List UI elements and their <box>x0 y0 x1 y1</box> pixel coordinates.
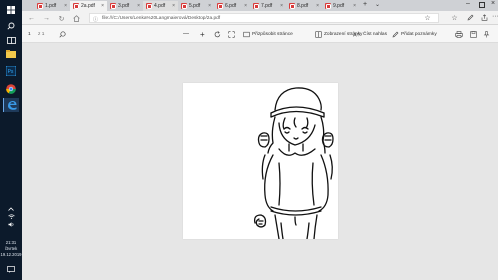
pdf-page <box>183 83 338 240</box>
tab-label: 3.pdf <box>118 3 130 9</box>
new-tab-button[interactable]: + <box>363 1 367 8</box>
tab-label: 7.pdf <box>261 3 273 9</box>
clock-weekday: čtvrtek <box>4 246 18 251</box>
favorites-hub-icon[interactable]: ☆ <box>450 13 459 22</box>
action-center-icon[interactable] <box>0 266 22 273</box>
close-window-button[interactable]: × <box>491 0 495 7</box>
svg-text:A: A <box>353 32 357 38</box>
tab-2a[interactable]: 2a.pdf × <box>70 1 107 11</box>
maximize-button[interactable] <box>479 2 485 8</box>
pdf-file-icon <box>325 3 331 9</box>
windows-start-icon[interactable] <box>3 3 19 17</box>
url-field[interactable]: ⓘ file:///C:/Users/Lenka%20Langmaierová/… <box>89 13 439 23</box>
print-icon[interactable] <box>455 29 465 39</box>
pdf-search-icon[interactable] <box>59 29 68 39</box>
favorite-star-icon[interactable]: ☆ <box>423 13 432 22</box>
windows-taskbar: Ps 21:31 čtvrtek 19.12.2019 <box>0 0 22 280</box>
tab-4[interactable]: 4.pdf × <box>143 1 178 11</box>
save-icon[interactable] <box>470 29 479 39</box>
chrome-icon[interactable] <box>3 82 19 96</box>
pin-toolbar-icon[interactable] <box>483 29 492 39</box>
pen-icon <box>392 31 399 37</box>
rotate-icon[interactable] <box>214 29 223 39</box>
fullscreen-icon[interactable] <box>228 29 237 39</box>
search-icon[interactable] <box>3 19 19 33</box>
svg-text:Ps: Ps <box>8 69 14 75</box>
fit-page-button[interactable]: Přizpůsobit stránce <box>243 29 293 39</box>
photoshop-icon[interactable]: Ps <box>3 64 19 78</box>
edge-icon[interactable] <box>3 98 19 112</box>
fit-page-label: Přizpůsobit stránce <box>252 31 293 37</box>
tab-3[interactable]: 3.pdf × <box>107 1 143 11</box>
clock-date: 19.12.2019 <box>0 252 22 257</box>
task-view-icon[interactable] <box>3 33 19 47</box>
add-notes-label: Přidat poznámky <box>401 31 437 37</box>
tab-label: 4.pdf <box>154 3 166 9</box>
add-notes-button[interactable]: Přidat poznámky <box>392 29 437 39</box>
pdf-file-icon <box>289 3 295 9</box>
file-explorer-icon[interactable] <box>3 47 19 61</box>
close-icon[interactable]: × <box>101 3 104 9</box>
pdf-file-icon <box>37 3 43 9</box>
minimize-button[interactable]: – <box>466 0 470 7</box>
read-aloud-button[interactable]: A Číst nahlas <box>353 29 387 39</box>
pdf-file-icon <box>253 3 259 9</box>
tab-5[interactable]: 5.pdf × <box>178 1 214 11</box>
read-aloud-icon: A <box>353 31 360 38</box>
tab-label: 5.pdf <box>189 3 201 9</box>
tab-strip: 1.pdf × 2a.pdf × 3.pdf × 4.pdf × 5.pdf × 6.pd… <box>22 0 498 11</box>
url-text: file:///C:/Users/Lenka%20Langmaierová/De… <box>102 15 221 21</box>
address-bar-row: ← → ↻ ⓘ file:///C:/Users/Lenka%20Langmai… <box>22 11 498 25</box>
volume-icon[interactable] <box>0 222 22 227</box>
forward-arrow-icon[interactable]: → <box>42 14 51 23</box>
pdf-file-icon <box>146 3 152 9</box>
tab-label: 9.pdf <box>333 3 345 9</box>
network-icon[interactable] <box>0 214 22 219</box>
page-total-label: z 1 <box>38 31 45 37</box>
more-menu-icon[interactable]: ··· <box>491 12 498 21</box>
zoom-out-button[interactable]: — <box>183 29 189 39</box>
pdf-file-icon <box>217 3 223 9</box>
close-icon[interactable]: × <box>244 3 247 9</box>
pdf-toolbar: 1 z 1 — + Přizpůsobit stránce Zobrazení … <box>22 25 498 43</box>
close-icon[interactable]: × <box>172 3 175 9</box>
read-aloud-label: Číst nahlas <box>363 31 387 37</box>
tab-label: 1.pdf <box>45 3 57 9</box>
home-icon[interactable] <box>72 14 81 23</box>
pen-notes-icon[interactable] <box>466 13 475 22</box>
close-icon[interactable]: × <box>353 3 356 9</box>
close-icon[interactable]: × <box>208 3 211 9</box>
back-arrow-icon[interactable]: ← <box>27 14 36 23</box>
girl-line-drawing-image <box>253 87 334 240</box>
page-view-icon <box>315 30 322 38</box>
pdf-file-icon <box>110 3 116 9</box>
tab-9[interactable]: 9.pdf × <box>322 1 359 11</box>
show-hidden-icons-icon[interactable] <box>0 207 22 211</box>
tab-label: 2a.pdf <box>81 3 95 9</box>
clock-time[interactable]: 21:31 <box>0 240 22 246</box>
fit-page-icon <box>243 31 250 37</box>
close-icon[interactable]: × <box>64 3 67 9</box>
share-icon[interactable] <box>480 13 489 22</box>
pdf-file-icon <box>73 3 79 9</box>
close-icon[interactable]: × <box>137 3 140 9</box>
pdf-viewer-area[interactable] <box>22 43 498 280</box>
tab-6[interactable]: 6.pdf × <box>214 1 250 11</box>
tab-1[interactable]: 1.pdf × <box>34 1 70 11</box>
page-number-input[interactable]: 1 <box>28 29 31 39</box>
tab-list-chevron-icon[interactable]: ⌄ <box>375 1 380 8</box>
tab-label: 6.pdf <box>225 3 237 9</box>
close-icon[interactable]: × <box>316 3 319 9</box>
tab-label: 8.pdf <box>297 3 309 9</box>
tab-7[interactable]: 7.pdf × <box>250 1 286 11</box>
page-info-icon[interactable]: ⓘ <box>93 16 98 23</box>
refresh-icon[interactable]: ↻ <box>57 14 66 23</box>
zoom-in-button[interactable]: + <box>200 29 205 39</box>
tab-8[interactable]: 8.pdf × <box>286 1 322 11</box>
pdf-file-icon <box>181 3 187 9</box>
close-icon[interactable]: × <box>280 3 283 9</box>
